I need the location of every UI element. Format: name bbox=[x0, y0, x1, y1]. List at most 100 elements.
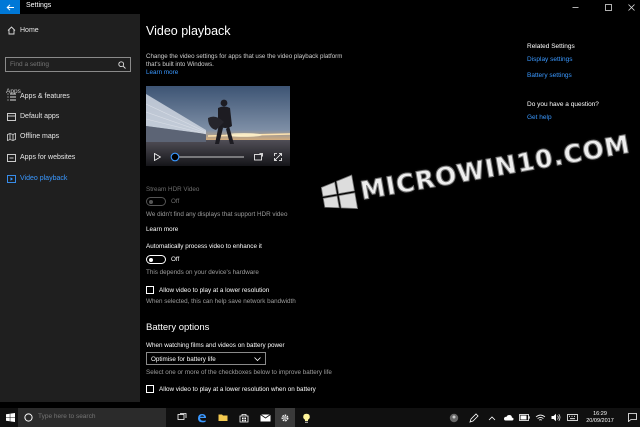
lower-res-note: When selected, this can help save networ… bbox=[146, 298, 296, 305]
sidebar-item-default-apps[interactable]: Default apps bbox=[6, 112, 59, 121]
gear-icon bbox=[281, 414, 289, 421]
page-description: Change the video settings for apps that … bbox=[146, 53, 346, 77]
enhance-label: Automatically process video to enhance i… bbox=[146, 243, 262, 250]
lightbulb-icon bbox=[302, 413, 310, 423]
list-icon bbox=[6, 92, 16, 101]
task-view-button[interactable] bbox=[172, 408, 192, 427]
cloud-icon bbox=[503, 415, 513, 421]
sidebar-item-apps-features[interactable]: Apps & features bbox=[6, 92, 70, 101]
main-content: Video playback Change the video settings… bbox=[140, 14, 640, 402]
learn-more-link[interactable]: Learn more bbox=[146, 69, 178, 76]
battery-options-heading: Battery options bbox=[146, 322, 210, 333]
keyboard-icon bbox=[566, 414, 578, 421]
start-button[interactable] bbox=[0, 408, 20, 427]
sidebar: Home Apps Apps & features Default apps O… bbox=[0, 14, 140, 402]
sidebar-item-label: Apps for websites bbox=[20, 154, 76, 161]
hdr-label: Stream HDR Video bbox=[146, 186, 200, 193]
pen-icon bbox=[469, 412, 479, 423]
edge-icon bbox=[198, 413, 206, 422]
maximize-icon bbox=[604, 3, 612, 11]
people-button[interactable] bbox=[444, 408, 464, 427]
sidebar-item-offline-maps[interactable]: Offline maps bbox=[6, 132, 59, 141]
notification-icon bbox=[627, 413, 637, 422]
keyboard-button[interactable] bbox=[562, 408, 582, 427]
lower-res-checkbox[interactable] bbox=[146, 286, 154, 294]
mail-button[interactable] bbox=[255, 408, 275, 427]
file-explorer-button[interactable] bbox=[213, 408, 233, 427]
action-center-button[interactable] bbox=[622, 408, 640, 427]
store-icon bbox=[239, 413, 249, 422]
battery-lower-res-label: Allow video to play at a lower resolutio… bbox=[159, 386, 316, 393]
store-button[interactable] bbox=[234, 408, 254, 427]
minimize-button[interactable] bbox=[566, 0, 584, 14]
battery-settings-link[interactable]: Battery settings bbox=[527, 72, 572, 79]
search-input[interactable] bbox=[10, 61, 110, 68]
enhance-note: This depends on your device's hardware bbox=[146, 269, 259, 276]
home-icon bbox=[6, 26, 16, 35]
sidebar-item-label: Home bbox=[20, 27, 39, 34]
hdr-toggle[interactable] bbox=[146, 197, 166, 206]
back-button[interactable] bbox=[0, 0, 20, 14]
map-icon bbox=[6, 132, 16, 141]
taskbar-search[interactable] bbox=[18, 408, 166, 427]
get-help-link[interactable]: Get help bbox=[527, 114, 552, 121]
battery-icon bbox=[518, 414, 530, 421]
back-arrow-icon bbox=[5, 3, 14, 11]
lower-res-label: Allow video to play at a lower resolutio… bbox=[159, 287, 270, 294]
sidebar-item-label: Default apps bbox=[20, 113, 60, 120]
wifi-icon bbox=[535, 414, 545, 421]
people-icon bbox=[449, 413, 459, 422]
battery-select[interactable]: Optimise for battery life bbox=[146, 352, 266, 365]
sidebar-item-home[interactable]: Home bbox=[6, 26, 39, 35]
seek-bar[interactable] bbox=[170, 152, 246, 162]
hdr-learn-more-link[interactable]: Learn more bbox=[146, 226, 178, 233]
description-text: Change the video settings for apps that … bbox=[146, 53, 343, 68]
sidebar-item-video-playback[interactable]: Video playback bbox=[6, 174, 67, 183]
clock-date: 20/09/2017 bbox=[586, 418, 614, 424]
page-title: Video playback bbox=[146, 24, 231, 38]
sidebar-item-apps-for-websites[interactable]: Apps for websites bbox=[6, 153, 75, 162]
pen-workspace-button[interactable] bbox=[464, 408, 484, 427]
close-button[interactable] bbox=[622, 0, 640, 14]
battery-select-value: Optimise for battery life bbox=[151, 355, 216, 363]
maximize-button[interactable] bbox=[599, 0, 617, 14]
hdr-note: We didn't find any displays that support… bbox=[146, 211, 288, 218]
edge-button[interactable] bbox=[192, 408, 212, 427]
chevron-down-icon bbox=[254, 357, 261, 362]
related-settings-heading: Related Settings bbox=[527, 43, 575, 50]
video-controls bbox=[146, 148, 290, 166]
battery-label: When watching films and videos on batter… bbox=[146, 342, 285, 349]
title-bar: Settings bbox=[0, 0, 640, 14]
folder-icon bbox=[218, 414, 228, 421]
task-view-icon bbox=[177, 413, 187, 420]
search-icon[interactable] bbox=[118, 61, 126, 69]
cortana-icon bbox=[24, 413, 33, 422]
battery-note: Select one or more of the checkboxes bel… bbox=[146, 369, 332, 376]
sidebar-item-label: Apps & features bbox=[20, 93, 70, 100]
fullscreen-icon[interactable] bbox=[274, 153, 282, 161]
volume-icon bbox=[551, 413, 561, 422]
windows-start-icon bbox=[5, 413, 15, 422]
window-title: Settings bbox=[26, 2, 52, 9]
cast-icon[interactable] bbox=[254, 153, 263, 161]
hdr-toggle-state: Off bbox=[171, 198, 180, 205]
play-icon[interactable] bbox=[154, 153, 161, 161]
taskbar-search-input[interactable] bbox=[38, 413, 158, 420]
video-icon bbox=[6, 174, 16, 183]
minimize-icon bbox=[572, 6, 578, 8]
windows-logo-watermark bbox=[320, 174, 359, 209]
chevron-up-icon bbox=[488, 415, 496, 420]
display-settings-link[interactable]: Display settings bbox=[527, 56, 573, 63]
battery-lower-res-checkbox[interactable] bbox=[146, 385, 154, 393]
enhance-toggle-state: Off bbox=[171, 256, 180, 263]
sidebar-item-label: Offline maps bbox=[20, 133, 60, 140]
enhance-toggle[interactable] bbox=[146, 255, 166, 264]
clock-time: 16:29 bbox=[593, 411, 607, 417]
tips-button[interactable] bbox=[296, 408, 316, 427]
search-box[interactable] bbox=[5, 57, 131, 72]
question-heading: Do you have a question? bbox=[527, 101, 599, 108]
settings-taskbar-button[interactable] bbox=[275, 408, 295, 427]
video-preview[interactable] bbox=[146, 86, 290, 166]
taskbar: 16:29 20/09/2017 bbox=[0, 408, 640, 427]
clock[interactable]: 16:29 20/09/2017 bbox=[582, 411, 618, 425]
